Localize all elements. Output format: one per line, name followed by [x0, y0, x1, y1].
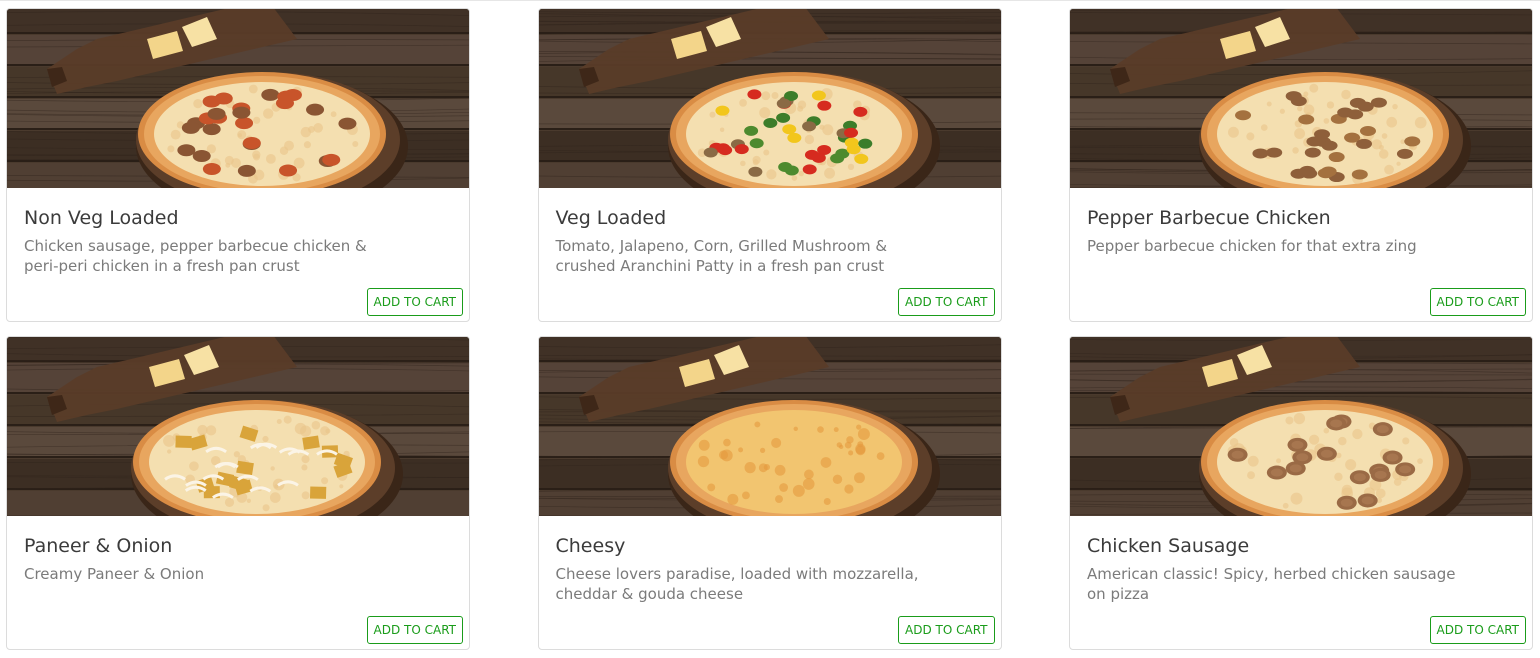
- add-to-cart-button[interactable]: ADD TO CART: [366, 288, 463, 316]
- product-card: Pepper Barbecue Chicken Pepper barbecue …: [1069, 8, 1533, 322]
- product-card: Paneer & Onion Creamy Paneer & Onion ADD…: [6, 336, 470, 650]
- product-title: Chicken Sausage: [1087, 535, 1250, 557]
- pizza-photo: [7, 9, 469, 188]
- add-to-cart-button[interactable]: ADD TO CART: [898, 288, 995, 316]
- product-description: Tomato, Jalapeno, Corn, Grilled Mushroom…: [555, 237, 888, 275]
- product-card: Veg Loaded Tomato, Jalapeno, Corn, Grill…: [537, 8, 1002, 322]
- product-title: Veg Loaded: [555, 207, 667, 229]
- pizza-illustration: [7, 9, 469, 188]
- card-body: Cheesy Cheese lovers paradise, loaded wi…: [556, 533, 984, 604]
- pizza-photo: [7, 337, 469, 516]
- card-body: Pepper Barbecue Chicken Pepper barbecue …: [1087, 205, 1515, 256]
- product-card: Cheesy Cheese lovers paradise, loaded wi…: [537, 336, 1002, 650]
- pizza-photo: [538, 9, 1001, 188]
- add-to-cart-button[interactable]: ADD TO CART: [1429, 288, 1526, 316]
- pizza-photo: [1070, 337, 1532, 516]
- product-description: American classic! Spicy, herbed chicken …: [1087, 565, 1456, 603]
- product-card: Chicken Sausage American classic! Spicy,…: [1069, 336, 1533, 650]
- pizza-illustration: [1070, 337, 1532, 516]
- product-description: Chicken sausage, pepper barbecue chicken…: [24, 237, 367, 275]
- product-grid: Non Veg Loaded Chicken sausage, pepper b…: [6, 8, 1534, 650]
- pizza-photo: [1070, 9, 1532, 188]
- product-title: Cheesy: [555, 535, 626, 557]
- card-body: Chicken Sausage American classic! Spicy,…: [1087, 533, 1515, 604]
- product-card: Non Veg Loaded Chicken sausage, pepper b…: [6, 8, 470, 322]
- product-title: Pepper Barbecue Chicken: [1087, 207, 1331, 229]
- add-to-cart-button[interactable]: ADD TO CART: [898, 616, 995, 644]
- pizza-illustration: [538, 337, 1001, 516]
- card-body: Non Veg Loaded Chicken sausage, pepper b…: [24, 205, 452, 276]
- top-divider: [0, 0, 1540, 1]
- pizza-photo: [538, 337, 1001, 516]
- product-description: Creamy Paneer & Onion: [24, 565, 205, 583]
- add-to-cart-button[interactable]: ADD TO CART: [1429, 616, 1526, 644]
- pizza-illustration: [1070, 9, 1532, 188]
- product-description: Cheese lovers paradise, loaded with mozz…: [555, 565, 919, 603]
- product-title: Non Veg Loaded: [24, 207, 179, 229]
- add-to-cart-button[interactable]: ADD TO CART: [366, 616, 463, 644]
- card-body: Paneer & Onion Creamy Paneer & Onion: [24, 533, 452, 584]
- card-body: Veg Loaded Tomato, Jalapeno, Corn, Grill…: [556, 205, 984, 276]
- pizza-illustration: [538, 9, 1001, 188]
- pizza-illustration: [7, 337, 469, 516]
- product-title: Paneer & Onion: [24, 535, 173, 557]
- product-description: Pepper barbecue chicken for that extra z…: [1087, 237, 1417, 255]
